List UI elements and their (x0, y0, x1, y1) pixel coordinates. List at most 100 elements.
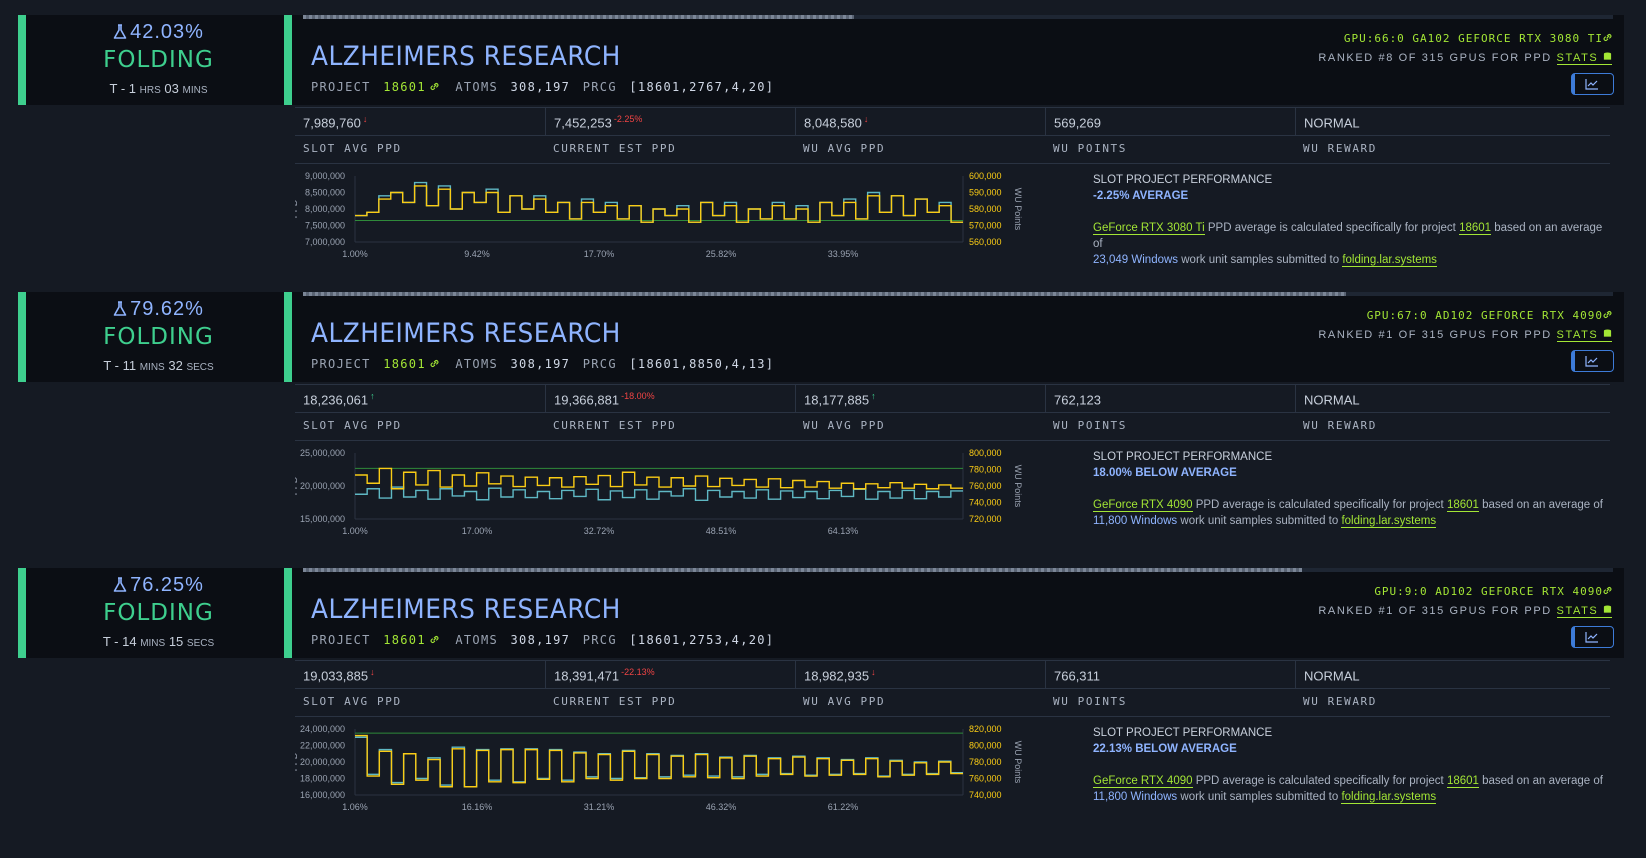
gpu-name-link[interactable]: GeForce RTX 4090 (1093, 499, 1193, 512)
progress-bar-fill (303, 15, 854, 19)
project-label: PROJECT (311, 357, 371, 371)
site-link[interactable]: folding.lar.systems (1341, 515, 1437, 528)
value-text: 7,989,760 (303, 115, 361, 131)
site-link[interactable]: folding.lar.systems (1342, 254, 1437, 267)
slot-state: FOLDING (103, 47, 214, 73)
project-label: PROJECT (311, 633, 371, 647)
project-link[interactable]: 18601 (383, 633, 443, 647)
perf-description: GeForce RTX 4090 PPD average is calculat… (1093, 497, 1613, 529)
value-delta: -2.25% (613, 114, 643, 124)
x-tick-label: 9.42% (464, 249, 490, 259)
stats-link[interactable]: STATS (1556, 52, 1612, 65)
perf-text-1: PPD average is calculated specifically f… (1195, 499, 1444, 511)
value-cell: 19,366,881 -18.00% (545, 385, 808, 412)
value-cell: 19,033,885 ↓ (295, 661, 557, 688)
value-text: 8,048,580 (804, 115, 862, 131)
slot-status-card[interactable]: 76.25% FOLDING T - 14 MINS 15 SECS (18, 568, 291, 658)
project-title: ALZHEIMERS RESEARCH (311, 594, 621, 625)
y2-tick-label: 560,000 (969, 237, 1002, 247)
y-tick-label: 9,000,000 (305, 172, 345, 181)
gpu-link[interactable]: GPU:66:0 GA102 GEFORCE RTX 3080 TI (1344, 32, 1612, 45)
project-link[interactable]: 18601 (383, 80, 443, 94)
y-tick-label: 16,000,000 (300, 790, 345, 800)
labels-row: SLOT AVG PPD CURRENT EST PPD WU AVG PPD WU … (295, 411, 1610, 441)
x-tick-label: 46.32% (706, 802, 737, 812)
gpu-name-link[interactable]: GeForce RTX 4090 (1093, 775, 1193, 788)
series-line-1 (355, 734, 963, 788)
perf-description: GeForce RTX 3080 Ti PPD average is calcu… (1093, 220, 1613, 268)
gpu-link[interactable]: GPU:67:0 AD102 GEFORCE RTX 4090 (1367, 309, 1612, 322)
column-label: WU POINTS (1053, 695, 1128, 708)
values-row: 18,236,061 ↑ 19,366,881 -18.00% 18,177,885… (295, 384, 1610, 413)
value-text: 569,269 (1054, 115, 1101, 131)
rank-text: RANKED #8 OF 315 GPUS FOR PPD (1318, 52, 1552, 64)
y2-tick-label: 780,000 (969, 465, 1002, 475)
y-tick-label: 20,000,000 (300, 481, 345, 491)
work-unit-header: ALZHEIMERS RESEARCH PROJECT 18601 ATOMS … (284, 568, 1624, 658)
column-label: WU AVG PPD (803, 142, 886, 155)
link-icon (1603, 309, 1612, 322)
project-link[interactable]: 18601 (383, 357, 443, 371)
slot-state: FOLDING (103, 324, 214, 350)
project-link[interactable]: 18601 (1446, 499, 1479, 512)
project-link[interactable]: 18601 (1446, 775, 1479, 788)
perf-value: 18.00% BELOW AVERAGE (1093, 467, 1237, 479)
prcg-value: [18601,2753,4,20] (629, 633, 775, 647)
gpu-rank: RANKED #1 OF 315 GPUS FOR PPD STATS (1318, 605, 1612, 618)
atoms-label: ATOMS (455, 80, 498, 94)
project-link[interactable]: 18601 (1459, 222, 1492, 235)
y2-tick-label: 720,000 (969, 514, 1002, 524)
gpu-name-link[interactable]: GeForce RTX 3080 Ti (1093, 222, 1205, 235)
project-meta: PROJECT 18601 ATOMS 308,197 PRCG [18601,… (311, 357, 778, 371)
rank-text: RANKED #1 OF 315 GPUS FOR PPD (1318, 605, 1552, 617)
x-tick-label: 48.51% (706, 526, 737, 536)
x-tick-label: 33.95% (828, 249, 859, 259)
chart-toggle-button[interactable] (1571, 73, 1614, 95)
stats-link[interactable]: STATS (1556, 605, 1612, 618)
value-cell: 766,311 (1045, 661, 1308, 688)
perf-text-1: PPD average is calculated specifically f… (1195, 775, 1444, 787)
prcg-value: [18601,2767,4,20] (629, 80, 775, 94)
sample-count: 11,800 (1093, 791, 1128, 803)
sample-count: 23,049 (1093, 254, 1129, 266)
value-text: NORMAL (1304, 668, 1360, 684)
x-tick-label: 64.13% (828, 526, 859, 536)
value-text: 762,123 (1054, 392, 1101, 408)
y2-tick-label: 780,000 (969, 757, 1002, 767)
y2-tick-label: 800,000 (969, 449, 1002, 458)
y2-tick-label: 740,000 (969, 790, 1002, 800)
y-tick-label: 8,000,000 (305, 204, 345, 214)
value-cell: NORMAL (1295, 661, 1558, 688)
eta-prefix: T - (109, 81, 126, 96)
column-label: CURRENT EST PPD (553, 142, 677, 155)
value-text: NORMAL (1304, 392, 1360, 408)
flask-icon (113, 298, 130, 320)
progress-percent: 42.03% (26, 21, 291, 44)
project-title: ALZHEIMERS RESEARCH (311, 318, 621, 349)
gpu-link[interactable]: GPU:9:0 AD102 GEFORCE RTX 4090 (1374, 585, 1612, 598)
perf-title: SLOT PROJECT PERFORMANCE (1093, 174, 1273, 186)
y2-axis-title: WU Points (1013, 741, 1023, 784)
slot-status-card[interactable]: 42.03% FOLDING T - 1 HRS 03 MINS (18, 15, 291, 105)
ppd-chart-svg: 24,000,000 22,000,000 20,000,000 18,000,000… (289, 724, 1023, 812)
flask-icon (113, 574, 130, 596)
column-label: WU AVG PPD (803, 419, 886, 432)
y-axis-title: PPD (295, 476, 299, 495)
value-text: 19,033,885 (303, 668, 369, 684)
chart-toggle-button[interactable] (1571, 626, 1614, 648)
stats-link[interactable]: STATS (1556, 329, 1612, 342)
progress-bar-fill (303, 292, 1347, 296)
value-cell: 7,452,253 -2.25% (545, 108, 808, 135)
chart-toggle-button[interactable] (1571, 350, 1614, 372)
progress-value: 42.03% (130, 21, 204, 43)
site-link[interactable]: folding.lar.systems (1341, 791, 1437, 804)
perf-description: GeForce RTX 4090 PPD average is calculat… (1093, 773, 1613, 805)
y2-tick-label: 580,000 (969, 204, 1002, 214)
slot-status-card[interactable]: 79.62% FOLDING T - 11 MINS 32 SECS (18, 292, 291, 382)
y2-tick-label: 820,000 (969, 725, 1002, 734)
value-text: 18,236,061 (303, 392, 369, 408)
work-unit-header: ALZHEIMERS RESEARCH PROJECT 18601 ATOMS … (284, 292, 1624, 382)
y-tick-label: 25,000,000 (300, 449, 345, 458)
value-text: 18,177,885 (804, 392, 870, 408)
atoms-value: 308,197 (510, 633, 571, 647)
